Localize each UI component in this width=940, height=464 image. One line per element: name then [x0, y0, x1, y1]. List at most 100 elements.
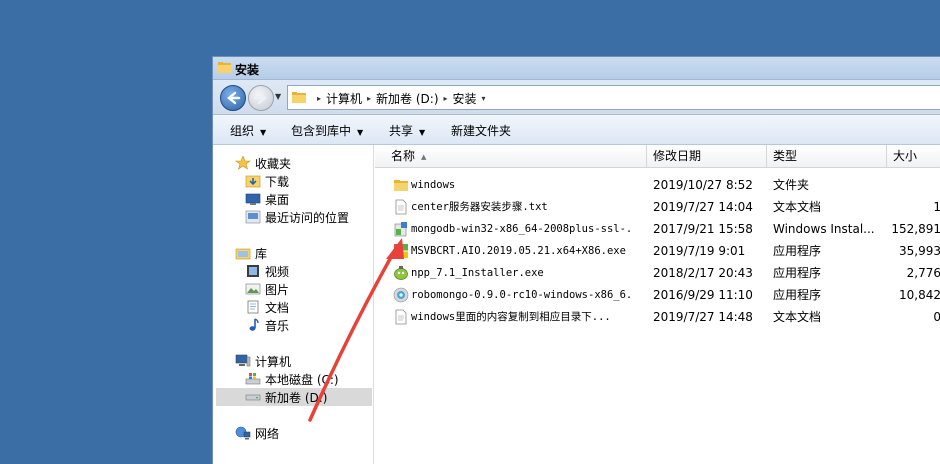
nav-favorites[interactable]: 收藏夹: [235, 154, 291, 172]
column-header-size[interactable]: 大小: [887, 145, 940, 167]
column-headers: 名称 ▲ 修改日期 类型 大小: [375, 145, 940, 168]
nav-local-disk[interactable]: 本地磁盘 (C:): [245, 370, 339, 388]
file-name: MSVBCRT.AIO.2019.05.21.x64+X86.exe: [411, 245, 626, 257]
recent-places-icon: [245, 210, 261, 224]
windows-app-icon: [393, 243, 409, 259]
file-type: Windows Instal...: [773, 222, 875, 236]
document-library-icon: [245, 300, 261, 314]
file-type: 应用程序: [773, 244, 822, 258]
nav-computer[interactable]: 计算机: [235, 352, 291, 370]
arrow-right-icon: [253, 91, 267, 105]
file-list: 名称 ▲ 修改日期 类型 大小 windows 2019/10/27 8:52 文件夹…: [375, 145, 940, 464]
explorer-window: 安装 ▼ ▸ 计算机 ▸ 新加卷 (D:) ▸ 安装 ▾ 组织 ▼ 包含到库中 …: [212, 56, 940, 464]
table-row[interactable]: windows 2019/10/27 8:52 文件夹: [375, 174, 940, 196]
chevron-down-icon[interactable]: ▸: [444, 94, 448, 103]
system-drive-icon: [245, 372, 261, 386]
column-header-name[interactable]: 名称 ▲: [385, 145, 647, 167]
column-header-date[interactable]: 修改日期: [647, 145, 767, 167]
file-name: mongodb-win32-x86_64-2008plus-ssl-...: [411, 223, 633, 235]
breadcrumb-item-install[interactable]: ▸ 安装 ▾: [439, 90, 491, 107]
chevron-down-icon[interactable]: ▸: [367, 94, 371, 103]
table-row[interactable]: MSVBCRT.AIO.2019.05.21.x64+X86.exe 2019/7…: [375, 240, 940, 262]
video-library-icon: [245, 264, 261, 278]
file-modified-date: 2019/10/27 8:52: [653, 178, 753, 192]
file-name: windows: [411, 179, 456, 191]
file-modified-date: 2016/9/29 11:10: [653, 288, 753, 302]
file-name: center服务器安装步骤.txt: [411, 201, 548, 213]
file-size: 35,993: [899, 244, 940, 258]
sort-ascending-icon: ▲: [421, 152, 427, 161]
installer-icon: [393, 221, 409, 237]
nav-recent-places[interactable]: 最近访问的位置: [245, 208, 349, 226]
nav-documents[interactable]: 文档: [245, 298, 289, 316]
file-type: 应用程序: [773, 288, 822, 302]
drive-icon: [245, 390, 261, 404]
chevron-down-icon: ▼: [260, 128, 267, 137]
file-type: 应用程序: [773, 266, 822, 280]
nav-music[interactable]: 音乐: [245, 316, 289, 334]
table-row[interactable]: robomongo-0.9.0-rc10-windows-x86_6... 201…: [375, 284, 940, 306]
star-icon: [235, 155, 251, 170]
desktop-icon: [245, 192, 261, 206]
back-button[interactable]: [220, 85, 246, 111]
chevron-down-icon[interactable]: ▸: [317, 94, 321, 103]
include-in-library-button[interactable]: 包含到库中 ▼: [291, 122, 363, 139]
organize-button[interactable]: 组织 ▼: [230, 122, 266, 139]
table-row[interactable]: mongodb-win32-x86_64-2008plus-ssl-... 201…: [375, 218, 940, 240]
file-size: 152,891: [891, 222, 940, 236]
network-icon: [235, 426, 251, 440]
music-note-icon: [245, 318, 261, 332]
column-header-type[interactable]: 类型: [767, 145, 887, 167]
nav-videos[interactable]: 视频: [245, 262, 289, 280]
nav-downloads[interactable]: 下载: [245, 172, 289, 190]
file-type: 文本文档: [773, 200, 822, 214]
navigation-pane: 收藏夹 下载 桌面 最近访问的位置 库 视频 图片 文档 音乐 计算机 本地磁盘…: [213, 145, 374, 464]
nav-network[interactable]: 网络: [235, 424, 279, 442]
chevron-down-icon: ▼: [419, 128, 426, 137]
text-file-icon: [393, 309, 409, 325]
chevron-down-icon: ▼: [357, 128, 364, 137]
table-row[interactable]: windows里面的内容复制到相应目录下... 2019/7/27 14:48 文本…: [375, 306, 940, 328]
address-bar[interactable]: ▸ 计算机 ▸ 新加卷 (D:) ▸ 安装 ▾: [287, 85, 940, 110]
file-size: [887, 174, 940, 196]
computer-icon: [235, 354, 251, 368]
file-modified-date: 2018/2/17 20:43: [653, 266, 753, 280]
file-size: 0: [887, 306, 940, 328]
file-name: npp_7.1_Installer.exe: [411, 267, 544, 279]
window-title: 安装: [235, 63, 260, 77]
new-folder-button[interactable]: 新建文件夹: [451, 122, 511, 139]
picture-library-icon: [245, 282, 261, 296]
notepadpp-icon: [393, 265, 409, 281]
file-name: robomongo-0.9.0-rc10-windows-x86_6...: [411, 289, 633, 301]
file-size: 10,842: [899, 288, 940, 302]
recent-pages-dropdown[interactable]: ▼: [275, 92, 281, 101]
breadcrumb: ▸ 计算机 ▸ 新加卷 (D:) ▸ 安装 ▾: [312, 90, 491, 107]
nav-pictures[interactable]: 图片: [245, 280, 289, 298]
table-row[interactable]: center服务器安装步骤.txt 2019/7/27 14:04 文本文档 1: [375, 196, 940, 218]
folder-icon: [218, 62, 231, 73]
table-row[interactable]: npp_7.1_Installer.exe 2018/2/17 20:43 应用程序…: [375, 262, 940, 284]
file-name: windows里面的内容复制到相应目录下...: [411, 311, 611, 323]
chevron-down-icon[interactable]: ▾: [482, 94, 486, 103]
nav-libraries[interactable]: 库: [235, 244, 267, 262]
robomongo-icon: [393, 287, 409, 303]
file-modified-date: 2017/9/21 15:58: [653, 222, 753, 236]
downloads-folder-icon: [245, 174, 261, 188]
arrow-left-icon: [227, 91, 241, 105]
libraries-icon: [235, 246, 251, 260]
nav-desktop[interactable]: 桌面: [245, 190, 289, 208]
text-file-icon: [393, 199, 409, 215]
title-bar[interactable]: 安装: [213, 57, 940, 80]
breadcrumb-item-computer[interactable]: ▸ 计算机: [312, 90, 362, 107]
breadcrumb-item-new-volume[interactable]: ▸ 新加卷 (D:): [362, 90, 438, 107]
nav-new-volume[interactable]: 新加卷 (D:): [216, 388, 372, 406]
file-type: 文本文档: [773, 310, 822, 324]
share-button[interactable]: 共享 ▼: [389, 122, 425, 139]
file-modified-date: 2019/7/27 14:04: [653, 200, 753, 214]
file-modified-date: 2019/7/27 14:48: [653, 310, 753, 324]
file-size: 1: [887, 196, 940, 218]
navigation-bar: ▼ ▸ 计算机 ▸ 新加卷 (D:) ▸ 安装 ▾: [213, 80, 940, 115]
folder-icon: [393, 177, 409, 193]
file-type: 文件夹: [773, 178, 810, 192]
forward-button[interactable]: [248, 85, 274, 111]
